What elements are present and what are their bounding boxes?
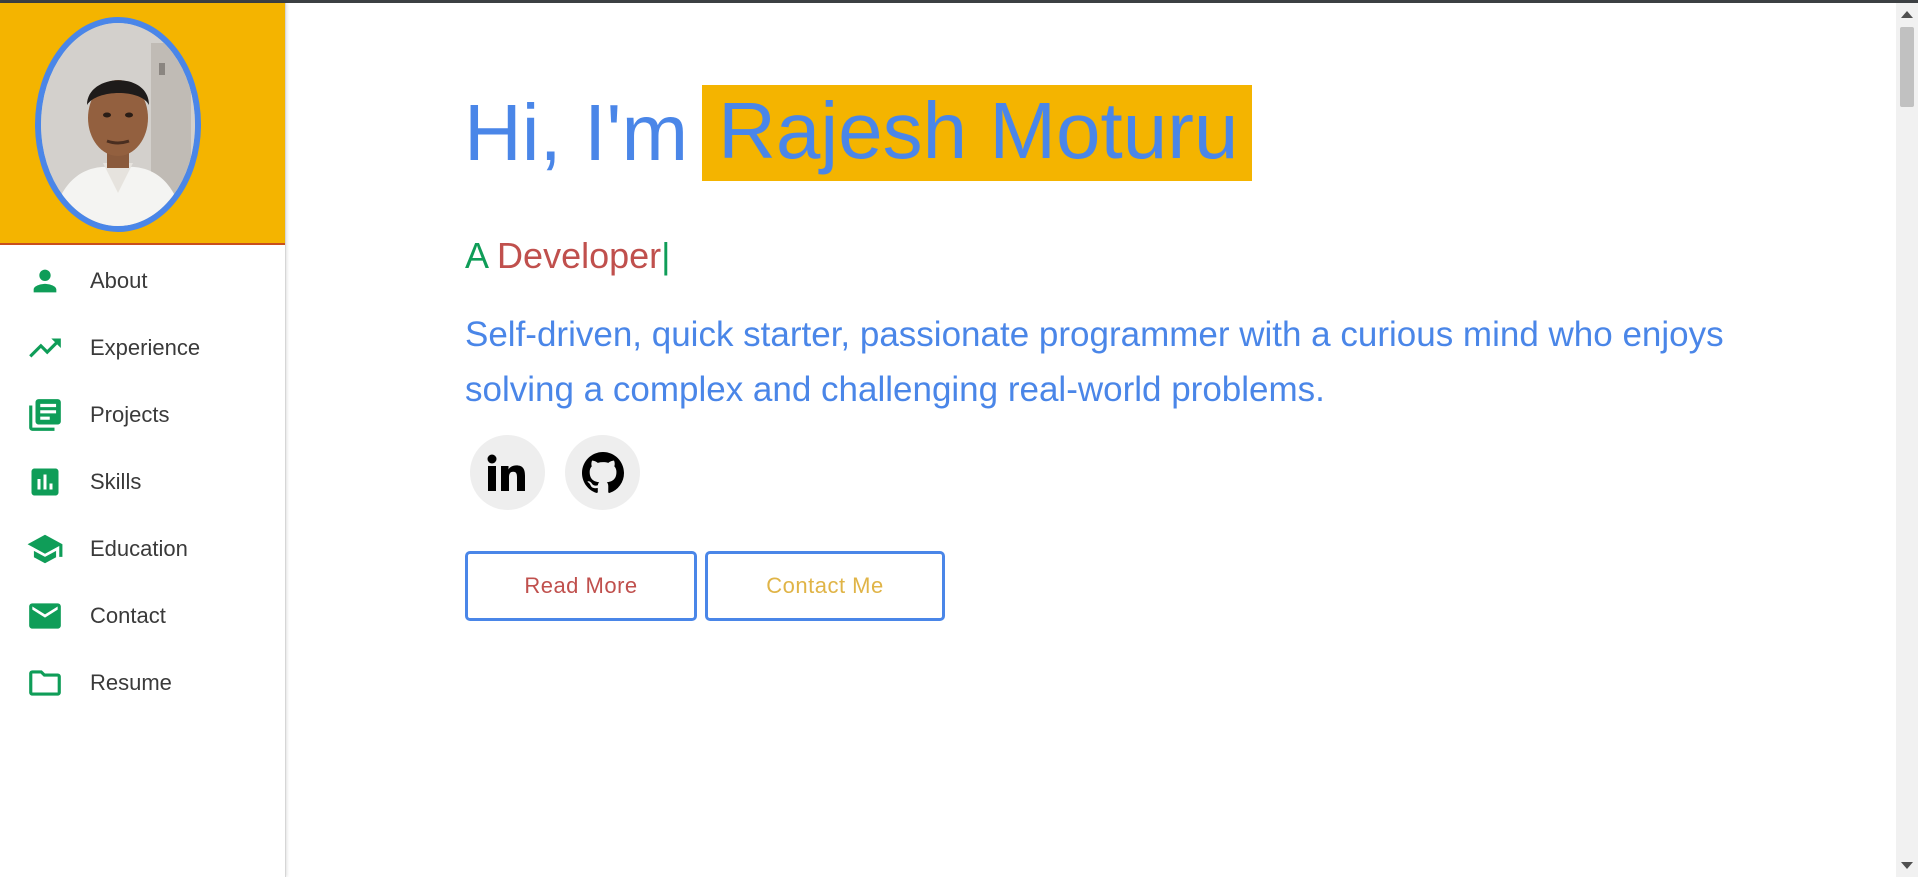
- sidebar-item-label: About: [90, 267, 148, 293]
- name-highlight: Rajesh Moturu: [702, 85, 1253, 181]
- github-icon: [581, 451, 624, 493]
- contact-me-button[interactable]: Contact Me: [705, 551, 945, 621]
- social-links: [470, 435, 640, 510]
- bio-text: Self-driven, quick starter, passionate p…: [465, 315, 1724, 409]
- sidebar-item-label: Experience: [90, 334, 201, 360]
- sidebar-item-projects[interactable]: Projects: [0, 381, 285, 448]
- linkedin-button[interactable]: [470, 435, 545, 510]
- bar-chart-icon: [26, 463, 64, 501]
- folder-icon: [26, 664, 64, 702]
- role-word: Developer: [497, 235, 662, 276]
- person-icon: [26, 262, 64, 300]
- hero-title: Hi, I'm Rajesh Moturu: [464, 85, 1253, 181]
- scroll-thumb[interactable]: [1900, 27, 1914, 107]
- read-more-button[interactable]: Read More: [465, 551, 697, 621]
- library-books-icon: [26, 396, 64, 434]
- linkedin-icon: [487, 454, 525, 491]
- hero-buttons: Read More Contact Me: [465, 551, 945, 621]
- sidebar-item-skills[interactable]: Skills: [0, 448, 285, 515]
- profile-photo: [41, 23, 195, 226]
- main-content: Hi, I'm Rajesh Moturu A Developer| Self-d…: [286, 3, 1896, 877]
- scroll-up-arrow-icon[interactable]: [1901, 11, 1913, 18]
- github-button[interactable]: [565, 435, 640, 510]
- sidebar-item-resume[interactable]: Resume: [0, 649, 285, 716]
- role-typewriter: A Developer|: [465, 235, 671, 277]
- greeting-text: Hi, I'm: [464, 88, 689, 177]
- sidebar-item-label: Projects: [90, 401, 170, 427]
- sidebar-item-contact[interactable]: Contact: [0, 582, 285, 649]
- typing-caret: |: [661, 235, 671, 276]
- vertical-scrollbar[interactable]: [1896, 3, 1918, 877]
- trending-up-icon: [26, 329, 64, 367]
- sidebar-item-label: Education: [90, 535, 188, 561]
- sidebar-item-education[interactable]: Education: [0, 515, 285, 582]
- role-prefix: A: [465, 235, 488, 276]
- sidebar-item-about[interactable]: About: [0, 247, 285, 314]
- sidebar-item-label: Resume: [90, 669, 172, 695]
- sidebar-item-label: Skills: [90, 468, 142, 494]
- sidebar: About Experience Projects Skills Educati…: [0, 3, 286, 877]
- mail-icon: [26, 597, 64, 635]
- profile-header: [0, 3, 285, 245]
- sidebar-item-experience[interactable]: Experience: [0, 314, 285, 381]
- profile-avatar: [35, 17, 201, 232]
- scroll-down-arrow-icon[interactable]: [1901, 862, 1913, 869]
- sidebar-item-label: Contact: [90, 602, 166, 628]
- sidebar-nav: About Experience Projects Skills Educati…: [0, 247, 285, 716]
- graduation-cap-icon: [26, 530, 64, 568]
